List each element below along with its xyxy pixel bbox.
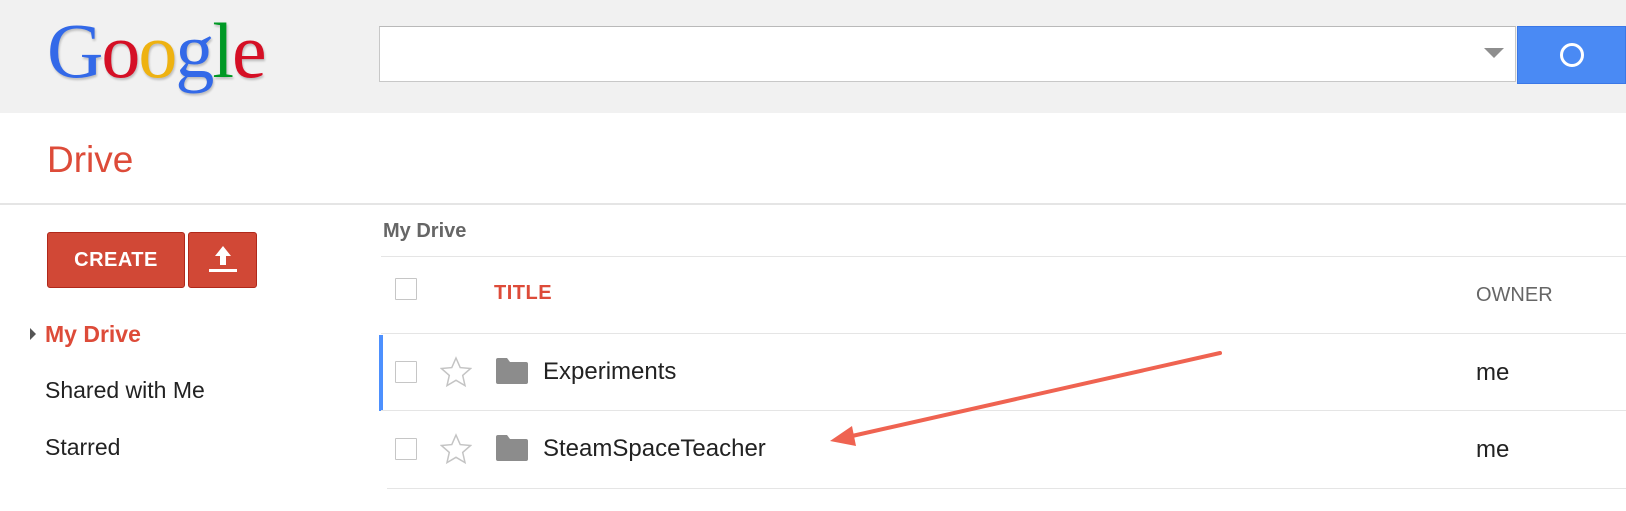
search-button[interactable] [1517, 26, 1626, 84]
breadcrumb-divider [381, 256, 1626, 257]
logo-letter-o2: o [138, 7, 177, 94]
app-title[interactable]: Drive [47, 138, 133, 182]
top-bar: Google [0, 0, 1626, 113]
logo-letter-g: G [47, 7, 103, 94]
logo-letter-g2: g [175, 7, 214, 94]
star-icon[interactable] [440, 433, 472, 465]
search-icon [1560, 43, 1584, 67]
search-input[interactable] [380, 27, 1460, 81]
row-owner: me [1476, 359, 1510, 386]
row-divider [387, 488, 1626, 489]
upload-icon [209, 246, 237, 272]
logo-letter-l: l [212, 7, 234, 94]
logo-letter-o1: o [101, 7, 140, 94]
row-checkbox[interactable] [395, 361, 417, 383]
folder-icon [496, 358, 528, 384]
header-divider [0, 203, 1626, 205]
row-title-experiments[interactable]: Experiments [543, 358, 676, 386]
google-logo[interactable]: Google [47, 7, 267, 94]
upload-button[interactable] [188, 232, 257, 288]
logo-letter-e: e [232, 7, 267, 94]
expand-caret-icon[interactable] [30, 328, 36, 340]
folder-icon [496, 435, 528, 461]
row-owner: me [1476, 436, 1510, 463]
column-header-owner[interactable]: OWNER [1476, 283, 1553, 307]
star-icon[interactable] [440, 356, 472, 388]
row-title-steamspaceteacher[interactable]: SteamSpaceTeacher [543, 435, 766, 463]
search-options-dropdown-icon[interactable] [1484, 48, 1504, 58]
sidebar-item-shared-with-me[interactable]: Shared with Me [45, 376, 205, 404]
breadcrumb[interactable]: My Drive [383, 219, 466, 243]
row-divider [381, 410, 1626, 411]
column-header-title[interactable]: TITLE [494, 281, 552, 305]
sidebar-item-my-drive[interactable]: My Drive [45, 320, 141, 348]
search-box [379, 26, 1516, 82]
row-checkbox[interactable] [395, 438, 417, 460]
row-selection-indicator [379, 335, 383, 411]
header-row-divider [381, 333, 1626, 334]
create-button[interactable]: CREATE [47, 232, 185, 288]
sidebar-item-starred[interactable]: Starred [45, 433, 120, 461]
select-all-checkbox[interactable] [395, 278, 417, 300]
